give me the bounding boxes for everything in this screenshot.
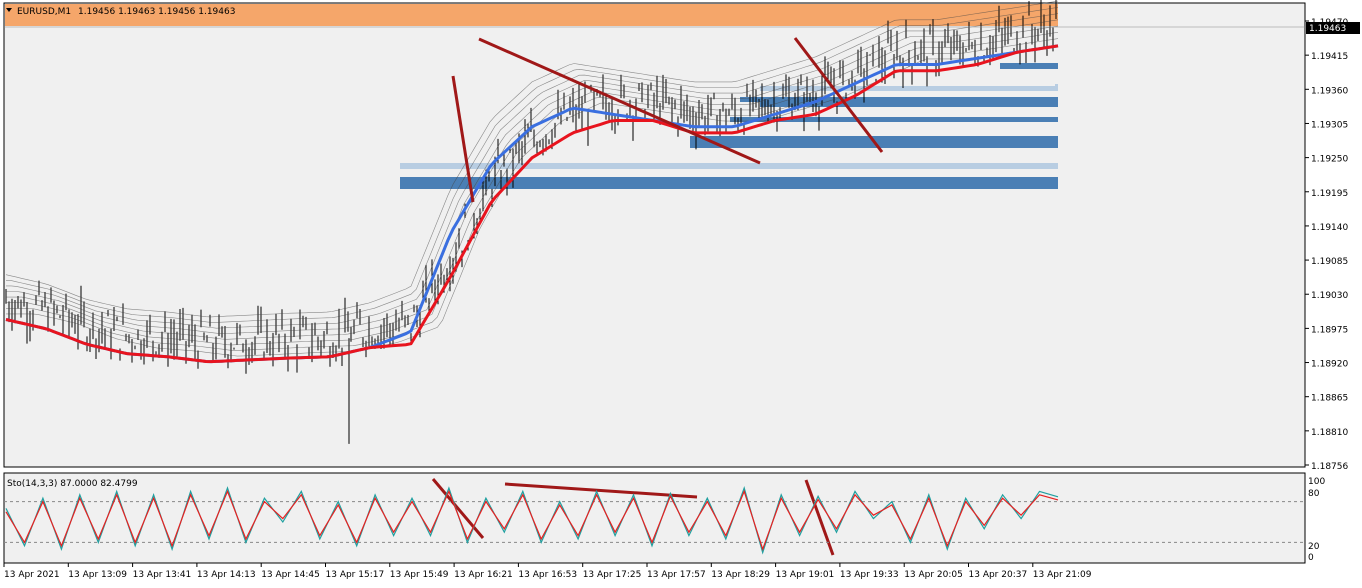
zone-3	[740, 97, 1058, 102]
y-tick-label: 1.18975	[1311, 325, 1348, 335]
y-tick-label: 1.18920	[1311, 360, 1348, 370]
x-tick-label: 13 Apr 14:45	[261, 570, 320, 580]
x-tick-label: 13 Apr 19:01	[776, 570, 835, 580]
y-tick-label: 1.19085	[1311, 257, 1348, 267]
stochastic-label: Sto(14,3,3) 87.0000 82.4799	[7, 479, 138, 489]
stoch-level-20: 20	[1308, 542, 1320, 552]
y-tick-label: 1.19415	[1311, 52, 1348, 62]
y-tick-label: 1.19030	[1311, 291, 1348, 301]
x-tick-label: 13 Apr 16:21	[454, 570, 513, 580]
ohlc-label: 1.19456 1.19463 1.19456 1.19463	[78, 7, 235, 17]
symbol-label: EURUSD,M1	[17, 7, 71, 17]
zone-0	[1000, 63, 1058, 69]
zone-2	[760, 86, 1058, 91]
x-tick-label: 13 Apr 19:33	[840, 570, 899, 580]
chart-svg[interactable]: 1.194701.194151.193601.193051.192501.191…	[0, 0, 1362, 584]
y-tick-label: 1.18756	[1311, 462, 1348, 472]
x-tick-label: 13 Apr 21:09	[1033, 570, 1092, 580]
y-tick-label: 1.18810	[1311, 428, 1348, 438]
stoch-level-80: 80	[1308, 489, 1320, 499]
x-tick-label: 13 Apr 16:53	[518, 570, 577, 580]
main-chart-background	[3, 2, 1306, 468]
x-tick-label: 13 Apr 13:09	[68, 570, 127, 580]
x-tick-label: 13 Apr 20:05	[904, 570, 963, 580]
y-tick-label: 1.19360	[1311, 86, 1348, 96]
x-tick-label: 13 Apr 18:29	[711, 570, 770, 580]
time-axis: 13 Apr 2021 13 Apr 13:09 13 Apr 13:41 13 Ap…	[3, 563, 1092, 580]
trading-chart[interactable]: 1.194701.194151.193601.193051.192501.191…	[0, 0, 1362, 584]
x-tick-label: 13 Apr 17:57	[647, 570, 706, 580]
y-tick-label: 1.19305	[1311, 120, 1348, 130]
x-tick-label: 13 Apr 14:13	[197, 570, 256, 580]
x-tick-label: 13 Apr 17:25	[583, 570, 642, 580]
x-tick-label: 13 Apr 20:37	[969, 570, 1028, 580]
y-tick-label: 1.18865	[1311, 394, 1348, 404]
current-price-value: 1.19463	[1309, 24, 1346, 34]
x-tick-label: 13 Apr 15:49	[390, 570, 449, 580]
zone-8	[400, 163, 1058, 169]
y-tick-label: 1.19195	[1311, 189, 1348, 199]
y-tick-label: 1.19140	[1311, 223, 1348, 233]
x-tick-label: 13 Apr 13:41	[133, 570, 192, 580]
x-tick-label: 13 Apr 15:17	[326, 570, 385, 580]
stoch-level-100: 100	[1308, 477, 1325, 487]
stoch-level-0: 0	[1308, 553, 1314, 563]
x-tick-label: 13 Apr 2021	[4, 570, 60, 580]
y-tick-label: 1.19250	[1311, 155, 1348, 165]
oscillator-background	[3, 472, 1306, 564]
